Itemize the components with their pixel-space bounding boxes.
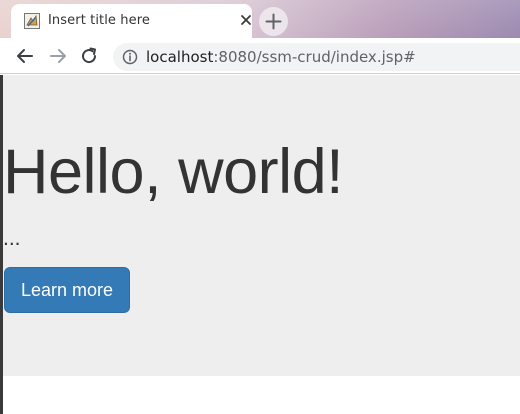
reload-icon xyxy=(82,47,97,64)
address-bar[interactable]: localhost:8080/ssm-crud/index.jsp# xyxy=(113,43,520,71)
page-heading: Hello, world! xyxy=(3,137,344,207)
url-path: :8080/ssm-crud/index.jsp# xyxy=(213,48,416,66)
back-button[interactable] xyxy=(15,46,35,66)
reload-button[interactable] xyxy=(79,46,99,66)
back-arrow-icon xyxy=(17,49,33,63)
page-content: Hello, world! ... Learn more xyxy=(0,75,520,414)
browser-tab[interactable]: Insert title here xyxy=(11,4,252,38)
new-tab-button[interactable] xyxy=(259,7,288,36)
forward-button[interactable] xyxy=(48,46,68,66)
info-icon[interactable] xyxy=(122,49,138,65)
close-icon[interactable] xyxy=(238,12,254,28)
page-favicon-icon xyxy=(24,13,40,29)
hero-text: ... xyxy=(3,227,21,250)
window-edge xyxy=(0,75,3,414)
url-text[interactable]: localhost:8080/ssm-crud/index.jsp# xyxy=(146,48,416,66)
url-host: localhost xyxy=(146,48,214,66)
tab-title: Insert title here xyxy=(48,13,150,28)
forward-arrow-icon xyxy=(50,49,66,63)
plus-icon xyxy=(265,13,282,30)
jumbotron xyxy=(3,75,520,376)
browser-toolbar: localhost:8080/ssm-crud/index.jsp# xyxy=(0,38,520,74)
learn-more-button[interactable]: Learn more xyxy=(4,267,130,313)
